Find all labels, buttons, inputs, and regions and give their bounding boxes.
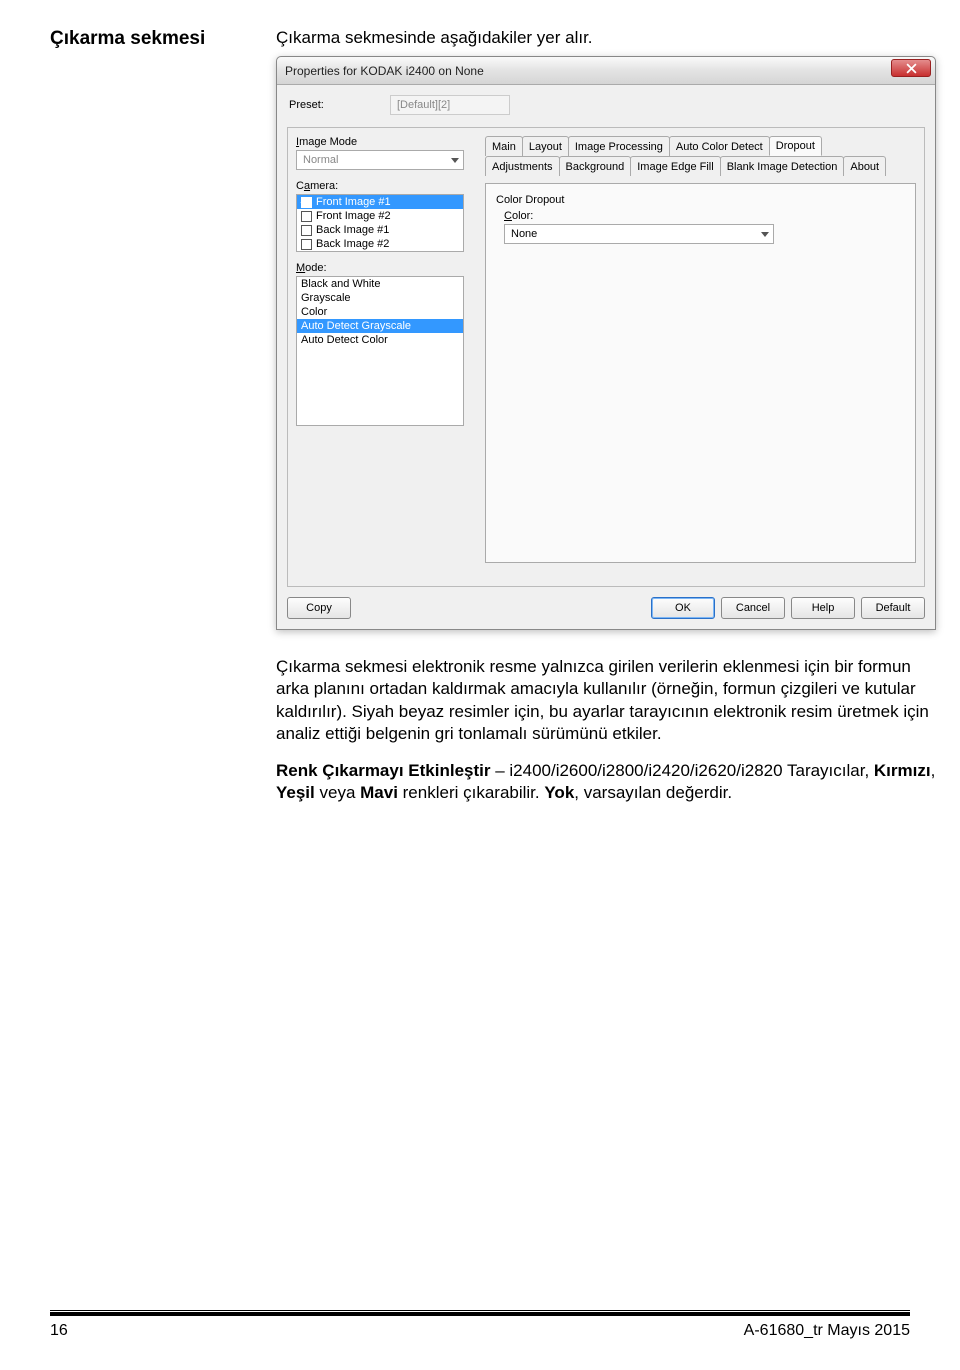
chevron-down-icon bbox=[761, 232, 769, 237]
chevron-down-icon bbox=[451, 158, 459, 163]
checkbox-icon[interactable] bbox=[301, 197, 312, 208]
checkbox-icon[interactable] bbox=[301, 239, 312, 250]
tab-background[interactable]: Background bbox=[559, 156, 632, 176]
dialog-title: Properties for KODAK i2400 on None bbox=[285, 64, 484, 78]
mode-listbox[interactable]: Black and WhiteGrayscaleColorAuto Detect… bbox=[296, 276, 464, 426]
close-icon bbox=[906, 63, 917, 74]
mode-item[interactable]: Color bbox=[297, 305, 463, 319]
page-number: 16 bbox=[50, 1322, 68, 1340]
properties-dialog: Properties for KODAK i2400 on None Prese… bbox=[276, 56, 936, 630]
copy-button[interactable]: Copy bbox=[287, 597, 351, 619]
mode-item[interactable]: Black and White bbox=[297, 277, 463, 291]
camera-label: Camera: bbox=[296, 180, 471, 192]
camera-item-label: Front Image #2 bbox=[316, 210, 391, 222]
preset-label: Preset: bbox=[289, 99, 384, 111]
dropout-tab-panel: Color Dropout Color: None bbox=[485, 183, 916, 563]
tab-about[interactable]: About bbox=[843, 156, 886, 176]
image-mode-value: Normal bbox=[303, 154, 338, 166]
camera-listbox[interactable]: Front Image #1 Front Image #2 Back Image #… bbox=[296, 194, 464, 252]
mode-label: Mode: bbox=[296, 262, 471, 274]
ok-button[interactable]: OK bbox=[651, 597, 715, 619]
close-button[interactable] bbox=[891, 59, 931, 77]
checkbox-icon[interactable] bbox=[301, 211, 312, 222]
camera-item-label: Back Image #1 bbox=[316, 224, 389, 236]
section-heading: Çıkarma sekmesi bbox=[50, 28, 240, 50]
checkbox-icon[interactable] bbox=[301, 225, 312, 236]
tab-main[interactable]: Main bbox=[485, 136, 523, 156]
tab-dropout[interactable]: Dropout bbox=[769, 136, 822, 156]
image-mode-combo[interactable]: Normal bbox=[296, 150, 464, 170]
color-value: None bbox=[511, 228, 537, 240]
camera-item[interactable]: Front Image #2 bbox=[297, 209, 463, 223]
tab-adjustments[interactable]: Adjustments bbox=[485, 156, 560, 176]
tab-strip: AdjustmentsBackgroundImage Edge FillBlan… bbox=[485, 136, 916, 176]
image-mode-label: Image Mode bbox=[296, 136, 471, 148]
default-button[interactable]: Default bbox=[861, 597, 925, 619]
camera-item[interactable]: Back Image #2 bbox=[297, 237, 463, 251]
preset-field: [Default][2] bbox=[390, 95, 510, 115]
tab-image-edge-fill[interactable]: Image Edge Fill bbox=[630, 156, 720, 176]
camera-item-label: Back Image #2 bbox=[316, 238, 389, 250]
tab-blank-image-detection[interactable]: Blank Image Detection bbox=[720, 156, 845, 176]
mode-item[interactable]: Grayscale bbox=[297, 291, 463, 305]
cancel-button[interactable]: Cancel bbox=[721, 597, 785, 619]
help-button[interactable]: Help bbox=[791, 597, 855, 619]
camera-item[interactable]: Front Image #1 bbox=[297, 195, 463, 209]
group-title: Color Dropout bbox=[496, 194, 905, 206]
paragraph-2: Renk Çıkarmayı Etkinleştir – i2400/i2600… bbox=[276, 760, 936, 805]
paragraph-1: Çıkarma sekmesi elektronik resme yalnızc… bbox=[276, 656, 936, 746]
camera-item-label: Front Image #1 bbox=[316, 196, 391, 208]
dialog-titlebar[interactable]: Properties for KODAK i2400 on None bbox=[277, 57, 935, 85]
mode-item[interactable]: Auto Detect Color bbox=[297, 333, 463, 347]
page-footer: 16 A-61680_tr Mayıs 2015 bbox=[50, 1312, 910, 1340]
color-combo[interactable]: None bbox=[504, 224, 774, 244]
mode-item[interactable]: Auto Detect Grayscale bbox=[297, 319, 463, 333]
tab-image-processing[interactable]: Image Processing bbox=[568, 136, 670, 156]
color-label: Color: bbox=[504, 210, 905, 222]
tab-auto-color-detect[interactable]: Auto Color Detect bbox=[669, 136, 770, 156]
intro-text: Çıkarma sekmesinde aşağıdakiler yer alır… bbox=[276, 28, 936, 48]
camera-item[interactable]: Back Image #1 bbox=[297, 223, 463, 237]
tab-layout[interactable]: Layout bbox=[522, 136, 569, 156]
doc-id: A-61680_tr Mayıs 2015 bbox=[744, 1322, 910, 1340]
